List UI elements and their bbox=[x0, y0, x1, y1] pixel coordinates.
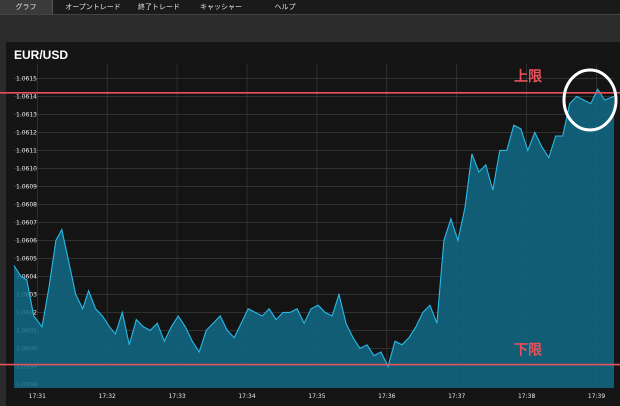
y-tick-label: 1.0614 bbox=[16, 93, 37, 100]
lower-limit-label: 下限 bbox=[514, 343, 542, 359]
x-tick-label: 17:31 bbox=[29, 393, 46, 400]
x-tick-label: 17:39 bbox=[588, 393, 605, 400]
y-tick-label: 1.0606 bbox=[16, 237, 37, 244]
price-chart: 1.05981.05991.06001.06011.06021.06031.06… bbox=[0, 64, 620, 400]
x-tick-label: 17:35 bbox=[308, 393, 325, 400]
y-tick-label: 1.0612 bbox=[16, 129, 37, 136]
x-tick-label: 17:34 bbox=[238, 393, 255, 400]
x-tick-label: 17:33 bbox=[168, 393, 185, 400]
y-tick-label: 1.0613 bbox=[16, 111, 37, 118]
y-tick-label: 1.0605 bbox=[16, 255, 37, 262]
upper-limit-label: 上限 bbox=[514, 69, 542, 85]
y-tick-label: 1.0607 bbox=[16, 219, 37, 226]
y-tick-label: 1.0611 bbox=[16, 147, 37, 154]
x-tick-label: 17:37 bbox=[448, 393, 465, 400]
y-tick-label: 1.0609 bbox=[16, 183, 37, 190]
y-tick-label: 1.0610 bbox=[16, 165, 37, 172]
y-tick-label: 1.0608 bbox=[16, 201, 37, 208]
x-tick-label: 17:32 bbox=[99, 393, 116, 400]
x-tick-label: 17:38 bbox=[518, 393, 535, 400]
x-tick-label: 17:36 bbox=[378, 393, 395, 400]
y-tick-label: 1.0615 bbox=[16, 75, 37, 82]
